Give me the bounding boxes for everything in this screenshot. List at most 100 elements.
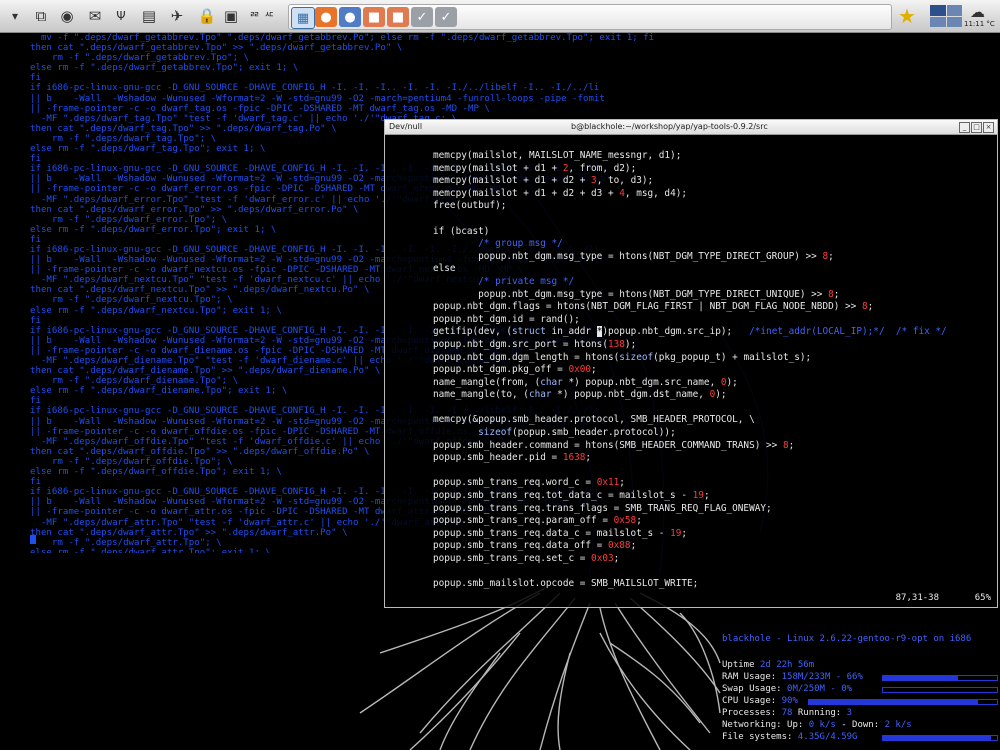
menu-icon[interactable]: ▾	[4, 5, 26, 27]
conky-header: blackhole - Linux 2.6.22-gentoo-r9-opt o…	[722, 634, 972, 644]
code-token: 19	[670, 527, 682, 539]
code-token: ;	[619, 477, 625, 489]
code-token: popup.smb_trans_req.param_off =	[433, 515, 614, 527]
pidgin-task-icon[interactable]: ●	[339, 7, 361, 27]
terminal-task-icon[interactable]: ▦	[291, 7, 315, 29]
code-line: memcpy(mailslot + d1 + d2 + 3, to, d3);	[433, 175, 993, 188]
swap-bar	[882, 687, 998, 693]
workspace-1[interactable]	[930, 5, 946, 16]
conky-monitor: blackhole - Linux 2.6.22-gentoo-r9-opt o…	[722, 634, 1000, 750]
window-titlebar[interactable]: Dev/null b@blackhole:~/workshop/yap/yap-…	[385, 120, 997, 135]
terminal-cursor	[30, 535, 36, 544]
code-line: popup.smb_trans_req.data_off = 0x88;	[433, 540, 993, 553]
code-token: (pkg_popup_t) + mailslot_s);	[653, 351, 812, 363]
code-token: sizeof	[619, 351, 654, 363]
code-line: free(outbuf);	[433, 200, 993, 213]
ooffice-task-icon[interactable]: ■	[363, 7, 385, 27]
mail-icon[interactable]: ✉	[84, 5, 106, 27]
close-button[interactable]: ×	[983, 122, 994, 133]
code-token: ;	[636, 515, 642, 527]
firefox-task-icon[interactable]: ●	[315, 7, 337, 27]
minimize-button[interactable]: _	[959, 122, 970, 133]
screenshot-icon[interactable]: ▣	[220, 5, 242, 27]
terminal-line: then cat ".deps/dwarf_getabbrev.Tpo" >> …	[30, 43, 403, 54]
code-token: , msg, d4);	[624, 187, 688, 199]
clock[interactable]: 11:11 °C	[964, 20, 995, 28]
code-line: else	[433, 263, 993, 276]
swap-label: Swap Usage:	[722, 684, 788, 694]
code-token: memcpy(mailslot + d1 +	[433, 162, 563, 174]
network-icon[interactable]: Ψ	[110, 5, 132, 27]
workspace-pager[interactable]	[930, 5, 962, 27]
fs-bar-fill	[883, 736, 992, 740]
code-token: popup.nbt_dgm.dgm_length = htons(	[433, 351, 620, 363]
code-token: ;	[828, 250, 834, 262]
dictionary-icon[interactable]: ᄙ ᄯ	[246, 5, 278, 27]
code-token: *) popup.nbt_dgm.src_name,	[562, 376, 721, 388]
workspace-2[interactable]	[946, 5, 962, 16]
code-line: /* group msg */	[433, 238, 993, 251]
fs-value: 4.35G/4.59G	[797, 732, 858, 742]
code-token: );	[726, 376, 738, 388]
vim-editor-text[interactable]: memcpy(mailslot, MAILSLOT_NAME_messngr, …	[433, 150, 993, 590]
code-token: /* group msg */	[478, 238, 563, 250]
cursor-position: 87,31-38	[895, 593, 939, 603]
code-line: memcpy(mailslot, MAILSLOT_NAME_messngr, …	[433, 150, 993, 163]
terminal-line: mv -f ".deps/dwarf_getabbrev.Tpo" ".deps…	[30, 33, 655, 43]
code-line: popup.smb_trans_req.set_c = 0x03;	[433, 553, 993, 566]
code-token: ;	[703, 490, 710, 502]
code-line: popup.nbt_dgm.src_port = htons(138);	[433, 339, 993, 352]
code-token: popup.smb_trans_req.tot_data_c = mailslo…	[433, 490, 693, 502]
pidgin-icon[interactable]: ✈	[166, 5, 188, 27]
workspace-4[interactable]	[946, 16, 962, 27]
ram-value: 158M/233M - 66%	[781, 672, 863, 682]
network-row: Networking: Up: 0 k/s - Down: 2 k/s	[722, 720, 912, 732]
window-list-icon[interactable]: ⧉	[30, 5, 52, 27]
lock-icon[interactable]: 🔒	[196, 5, 218, 27]
code-line: sizeof(popup.smb_header.protocol));	[433, 427, 993, 440]
code-token: if (bcast)	[433, 225, 490, 237]
fs-row: File systems: 4.35G/4.59G	[722, 732, 857, 744]
network-up: 0 k/s	[808, 720, 836, 730]
xterm2-task-icon[interactable]: ✓	[411, 7, 433, 27]
maximize-button[interactable]: □	[971, 122, 982, 133]
code-token: memcpy(mailslot + d1 + d2 +	[433, 175, 592, 187]
code-line: popup.smb_trans_req.word_c = 0x11;	[433, 477, 993, 490]
code-line: popup.nbt_dgm.dgm_length = htons(sizeof(…	[433, 352, 993, 365]
cpu-row: CPU Usage: 90%	[722, 696, 798, 708]
code-line: popup.smb_mailslot.opcode = SMB_MAILSLOT…	[433, 578, 993, 591]
uptime-row: Uptime 2d 22h 56m	[722, 660, 814, 672]
vim-window[interactable]: Dev/null b@blackhole:~/workshop/yap/yap-…	[384, 119, 998, 608]
firefox-icon[interactable]: ◉	[56, 5, 78, 27]
code-token: 19	[692, 490, 704, 502]
code-token: popup.smb_mailslot.opcode = SMB_MAILSLOT…	[433, 578, 699, 590]
window-title: b@blackhole:~/workshop/yap/yap-tools-0.9…	[571, 122, 768, 131]
code-token: popup.smb_trans_req.data_off =	[433, 540, 608, 552]
code-line: name_mangle(to, (char *) popup.nbt_dgm.d…	[433, 389, 993, 402]
code-token: free(outbuf);	[433, 200, 507, 212]
terminal-line: fi	[30, 73, 41, 84]
code-token: getifip(dev, (	[433, 326, 513, 338]
xterm-task-icon[interactable]: ■	[387, 7, 409, 27]
code-token: );	[715, 389, 727, 401]
code-line: popup.smb_trans_req.data_c = mailslot_s …	[433, 528, 993, 541]
terminal-line: else rm -f ".deps/dwarf_getabbrev.Tpo"; …	[30, 63, 299, 74]
star-icon[interactable]: ★	[898, 4, 916, 28]
code-line: name_mangle(from, (char *) popup.nbt_dgm…	[433, 377, 993, 390]
code-token: ;	[788, 439, 795, 451]
monitor-icon[interactable]: ▤	[138, 5, 160, 27]
code-token: , to, d3);	[596, 175, 654, 187]
code-line: popup.smb_header.command = htons(SMB_HEA…	[433, 440, 993, 453]
code-token: sizeof	[478, 427, 513, 439]
code-line: popup.nbt_dgm.msg_type = htons(NBT_DGM_T…	[433, 289, 993, 302]
scroll-percent: 65%	[974, 593, 991, 603]
fs-label: File systems:	[722, 732, 798, 742]
code-token: 1638	[562, 452, 586, 464]
code-line: popup.smb_header.pid = 1638;	[433, 452, 993, 465]
weather-icon[interactable]: ☁	[970, 3, 985, 21]
workspace-3[interactable]	[930, 16, 946, 27]
xterm3-task-icon[interactable]: ✓	[435, 7, 457, 27]
